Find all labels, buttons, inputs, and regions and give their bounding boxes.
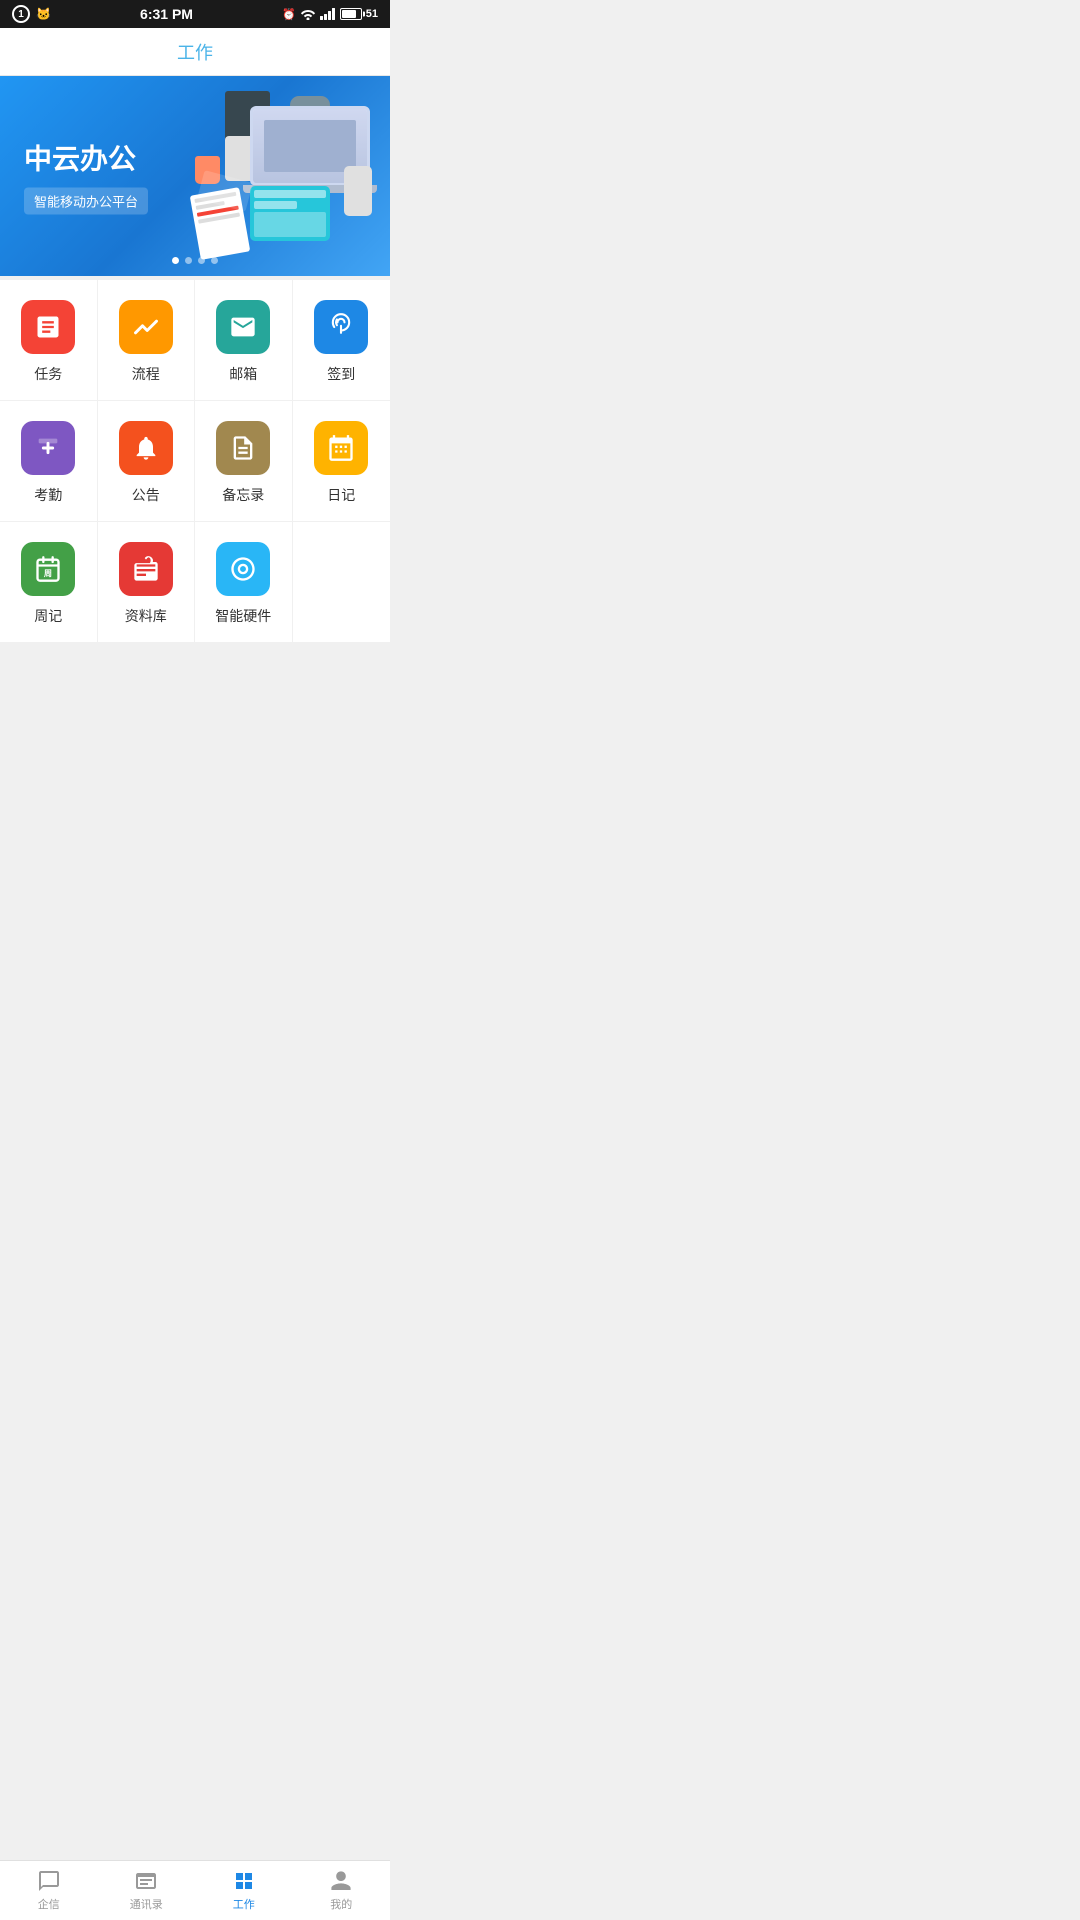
diary-label: 日记 <box>327 485 355 505</box>
task-icon <box>34 313 62 341</box>
nav-item-mine[interactable]: 我的 <box>293 1861 391 1920</box>
memo-icon-box <box>216 421 270 475</box>
mail-icon <box>229 313 257 341</box>
banner-illustration <box>176 76 391 276</box>
notice-icon <box>132 434 160 462</box>
grid-item-flow[interactable]: 流程 <box>98 280 196 400</box>
grid-item-weekly[interactable]: 周 周记 <box>0 522 98 642</box>
banner-text: 中云办公 智能移动办公平台 <box>24 138 148 215</box>
status-left: 1 🐱 <box>12 5 51 23</box>
banner: 中云办公 智能移动办公平台 <box>0 76 390 276</box>
flow-label: 流程 <box>132 364 160 384</box>
dot-2 <box>185 257 192 264</box>
svg-text:周: 周 <box>44 569 52 578</box>
nav-label-work: 工作 <box>233 1896 255 1912</box>
app-grid: 任务 流程 邮箱 签到 考勤 <box>0 280 390 643</box>
hardware-label: 智能硬件 <box>215 606 271 626</box>
banner-subtitle: 智能移动办公平台 <box>24 188 148 215</box>
nav-item-chat[interactable]: 企信 <box>0 1861 98 1920</box>
dot-3 <box>198 257 205 264</box>
checkin-icon-box <box>314 300 368 354</box>
grid-item-task[interactable]: 任务 <box>0 280 98 400</box>
nav-label-chat: 企信 <box>38 1896 60 1912</box>
grid-item-memo[interactable]: 备忘录 <box>195 401 293 521</box>
work-icon <box>232 1869 256 1893</box>
bottom-nav: 企信 通讯录 工作 我的 <box>0 1860 390 1920</box>
banner-title: 中云办公 <box>24 138 148 178</box>
diary-icon-box <box>314 421 368 475</box>
nav-item-work[interactable]: 工作 <box>195 1861 293 1920</box>
nav-item-contacts[interactable]: 通讯录 <box>98 1861 196 1920</box>
page-title: 工作 <box>177 39 213 65</box>
checkin-label: 签到 <box>327 364 355 384</box>
attendance-icon <box>34 434 62 462</box>
mail-icon-box <box>216 300 270 354</box>
chat-icon <box>37 1869 61 1893</box>
flow-icon <box>132 313 160 341</box>
hardware-icon <box>229 555 257 583</box>
status-right: ⏰ 51 <box>282 8 378 21</box>
weekly-icon-box: 周 <box>21 542 75 596</box>
mine-icon <box>329 1869 353 1893</box>
notice-label: 公告 <box>132 485 160 505</box>
wifi-icon <box>300 8 316 20</box>
phone-decoration <box>344 166 372 216</box>
attendance-icon-box <box>21 421 75 475</box>
library-icon <box>132 555 160 583</box>
memo-label: 备忘录 <box>222 485 264 505</box>
dot-4 <box>211 257 218 264</box>
grid-item-diary[interactable]: 日记 <box>293 401 391 521</box>
grid-item-attendance[interactable]: 考勤 <box>0 401 98 521</box>
header: 工作 <box>0 28 390 76</box>
weekly-icon: 周 <box>34 555 62 583</box>
banner-dots <box>172 257 218 264</box>
weekly-label: 周记 <box>34 606 62 626</box>
grid-item-checkin[interactable]: 签到 <box>293 280 391 400</box>
task-label: 任务 <box>34 364 62 384</box>
grid-row-2: 考勤 公告 备忘录 日记 <box>0 401 390 522</box>
grid-item-library[interactable]: 资料库 <box>98 522 196 642</box>
grid-row-1: 任务 流程 邮箱 签到 <box>0 280 390 401</box>
signal-icon <box>320 8 336 20</box>
status-icon-cat: 🐱 <box>36 7 51 21</box>
checkin-icon <box>327 313 355 341</box>
contacts-icon <box>134 1869 158 1893</box>
notice-icon-box <box>119 421 173 475</box>
status-time: 6:31 PM <box>140 6 193 22</box>
memo-icon <box>229 434 257 462</box>
task-icon-box <box>21 300 75 354</box>
grid-item-hardware[interactable]: 智能硬件 <box>195 522 293 642</box>
tablet-decoration <box>250 186 330 241</box>
nav-label-contacts: 通讯录 <box>130 1896 163 1912</box>
library-label: 资料库 <box>125 606 167 626</box>
dot-1 <box>172 257 179 264</box>
grid-item-notice[interactable]: 公告 <box>98 401 196 521</box>
alarm-icon: ⏰ <box>282 8 296 21</box>
mail-label: 邮箱 <box>229 364 257 384</box>
attendance-label: 考勤 <box>34 485 62 505</box>
grid-item-mail[interactable]: 邮箱 <box>195 280 293 400</box>
grid-row-3: 周 周记 资料库 智能硬件 <box>0 522 390 643</box>
hardware-icon-box <box>216 542 270 596</box>
battery-level: 51 <box>366 8 378 20</box>
battery-icon <box>340 8 362 20</box>
library-icon-box <box>119 542 173 596</box>
diary-icon <box>327 434 355 462</box>
nav-label-mine: 我的 <box>330 1896 352 1912</box>
status-icon-1: 1 <box>12 5 30 23</box>
flow-icon-box <box>119 300 173 354</box>
status-bar: 1 🐱 6:31 PM ⏰ 51 <box>0 0 390 28</box>
bottom-space <box>0 643 390 763</box>
